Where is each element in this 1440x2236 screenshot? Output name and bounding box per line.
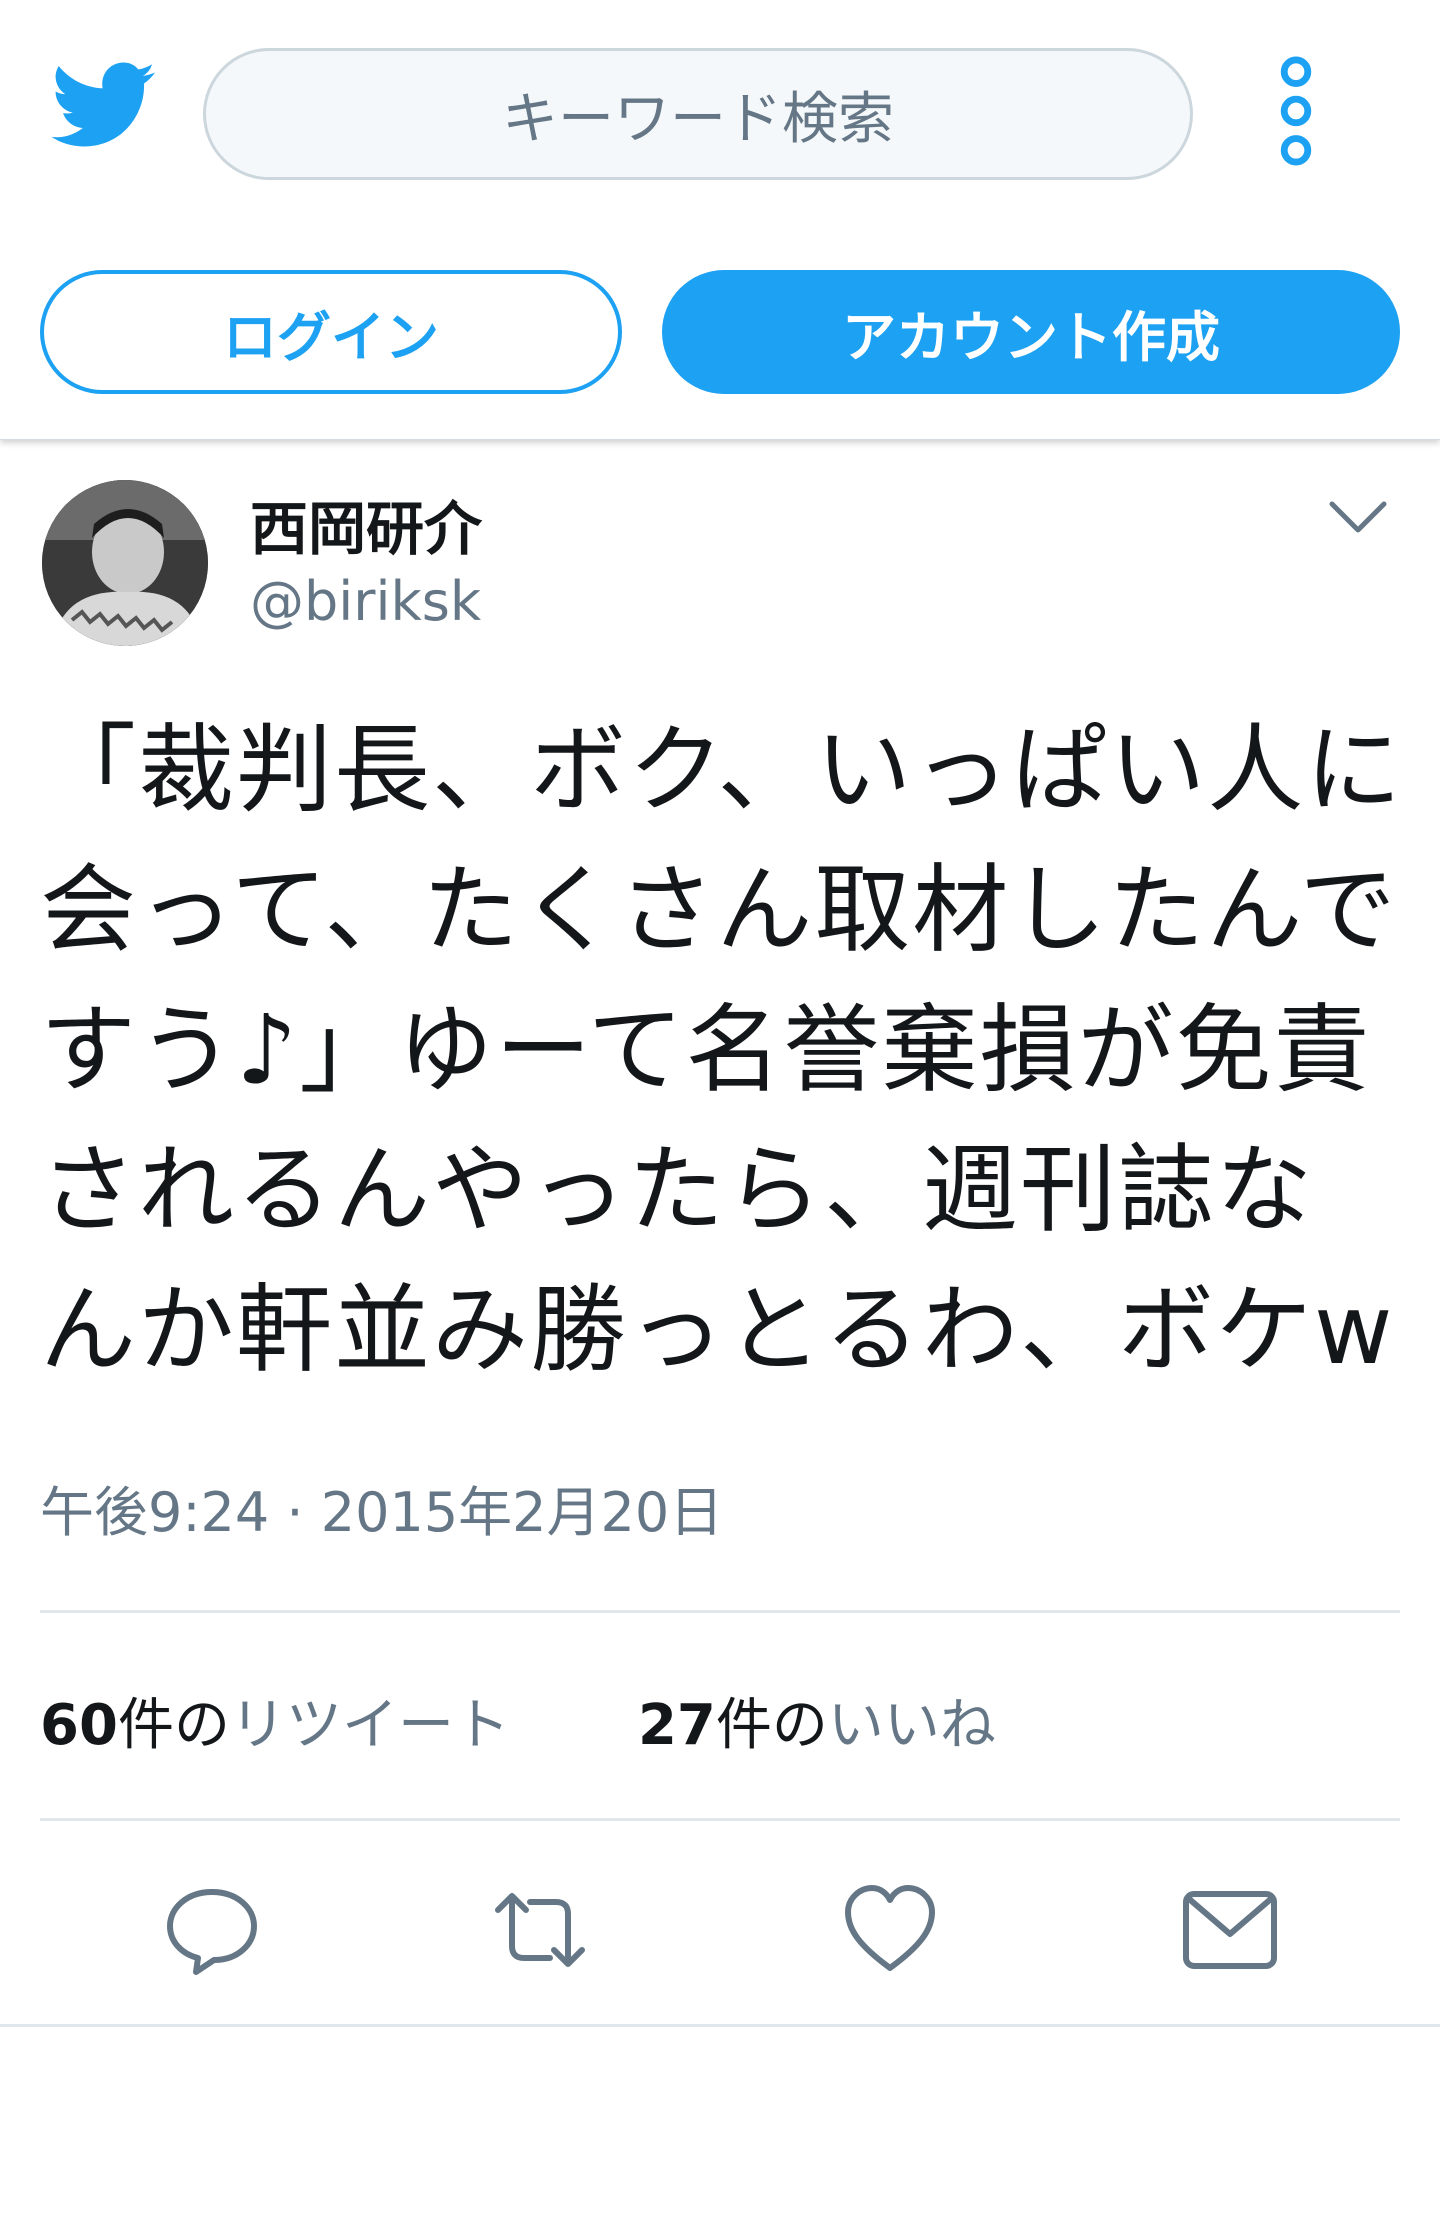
tweet-text: 「裁判長、ボク、いっぱい人に会って、たくさん取材したんですう♪」ゆーて名誉棄損が… xyxy=(40,714,1404,1386)
tweet-actions xyxy=(0,1880,1440,2000)
author-handle[interactable]: @biriksk xyxy=(250,570,481,633)
search-placeholder: キーワード検索 xyxy=(502,86,894,152)
retweet-icon[interactable] xyxy=(490,1880,590,1980)
like-count: 27 xyxy=(637,1693,716,1758)
tweet-timestamp[interactable]: 午後9:24 · 2015年2月20日 xyxy=(40,1468,723,1547)
login-label: ログイン xyxy=(223,305,439,369)
chevron-down-icon[interactable] xyxy=(1326,496,1390,540)
tweet-stats: 60 件の リツイート 27 件の いいね xyxy=(40,1680,1124,1761)
more-vertical-icon[interactable] xyxy=(1276,56,1316,166)
author-name[interactable]: 西岡研介 xyxy=(250,482,482,566)
retweet-stat[interactable]: 60 件の リツイート xyxy=(40,1680,510,1761)
retweet-label: リツイート xyxy=(229,1693,510,1758)
avatar[interactable] xyxy=(42,480,208,646)
avatar-photo xyxy=(42,480,208,646)
login-button[interactable]: ログイン xyxy=(40,270,622,394)
reply-icon[interactable] xyxy=(162,1880,262,1980)
retweet-count: 60 xyxy=(40,1693,118,1758)
twitter-bird-icon[interactable] xyxy=(50,62,158,150)
top-bar: キーワード検索 ログイン アカウント作成 xyxy=(0,0,1440,440)
message-icon[interactable] xyxy=(1180,1880,1280,1980)
like-stat[interactable]: 27 件の いいね xyxy=(638,1680,996,1761)
divider xyxy=(0,2024,1440,2027)
like-unit: 件の xyxy=(715,1693,828,1758)
like-icon[interactable] xyxy=(840,1880,940,1980)
search-input[interactable]: キーワード検索 xyxy=(203,48,1193,180)
like-label: いいね xyxy=(827,1693,996,1758)
retweet-unit: 件の xyxy=(117,1693,230,1758)
divider xyxy=(40,1610,1400,1613)
signup-button[interactable]: アカウント作成 xyxy=(662,270,1400,394)
divider xyxy=(40,1818,1400,1821)
signup-label: アカウント作成 xyxy=(842,305,1220,369)
